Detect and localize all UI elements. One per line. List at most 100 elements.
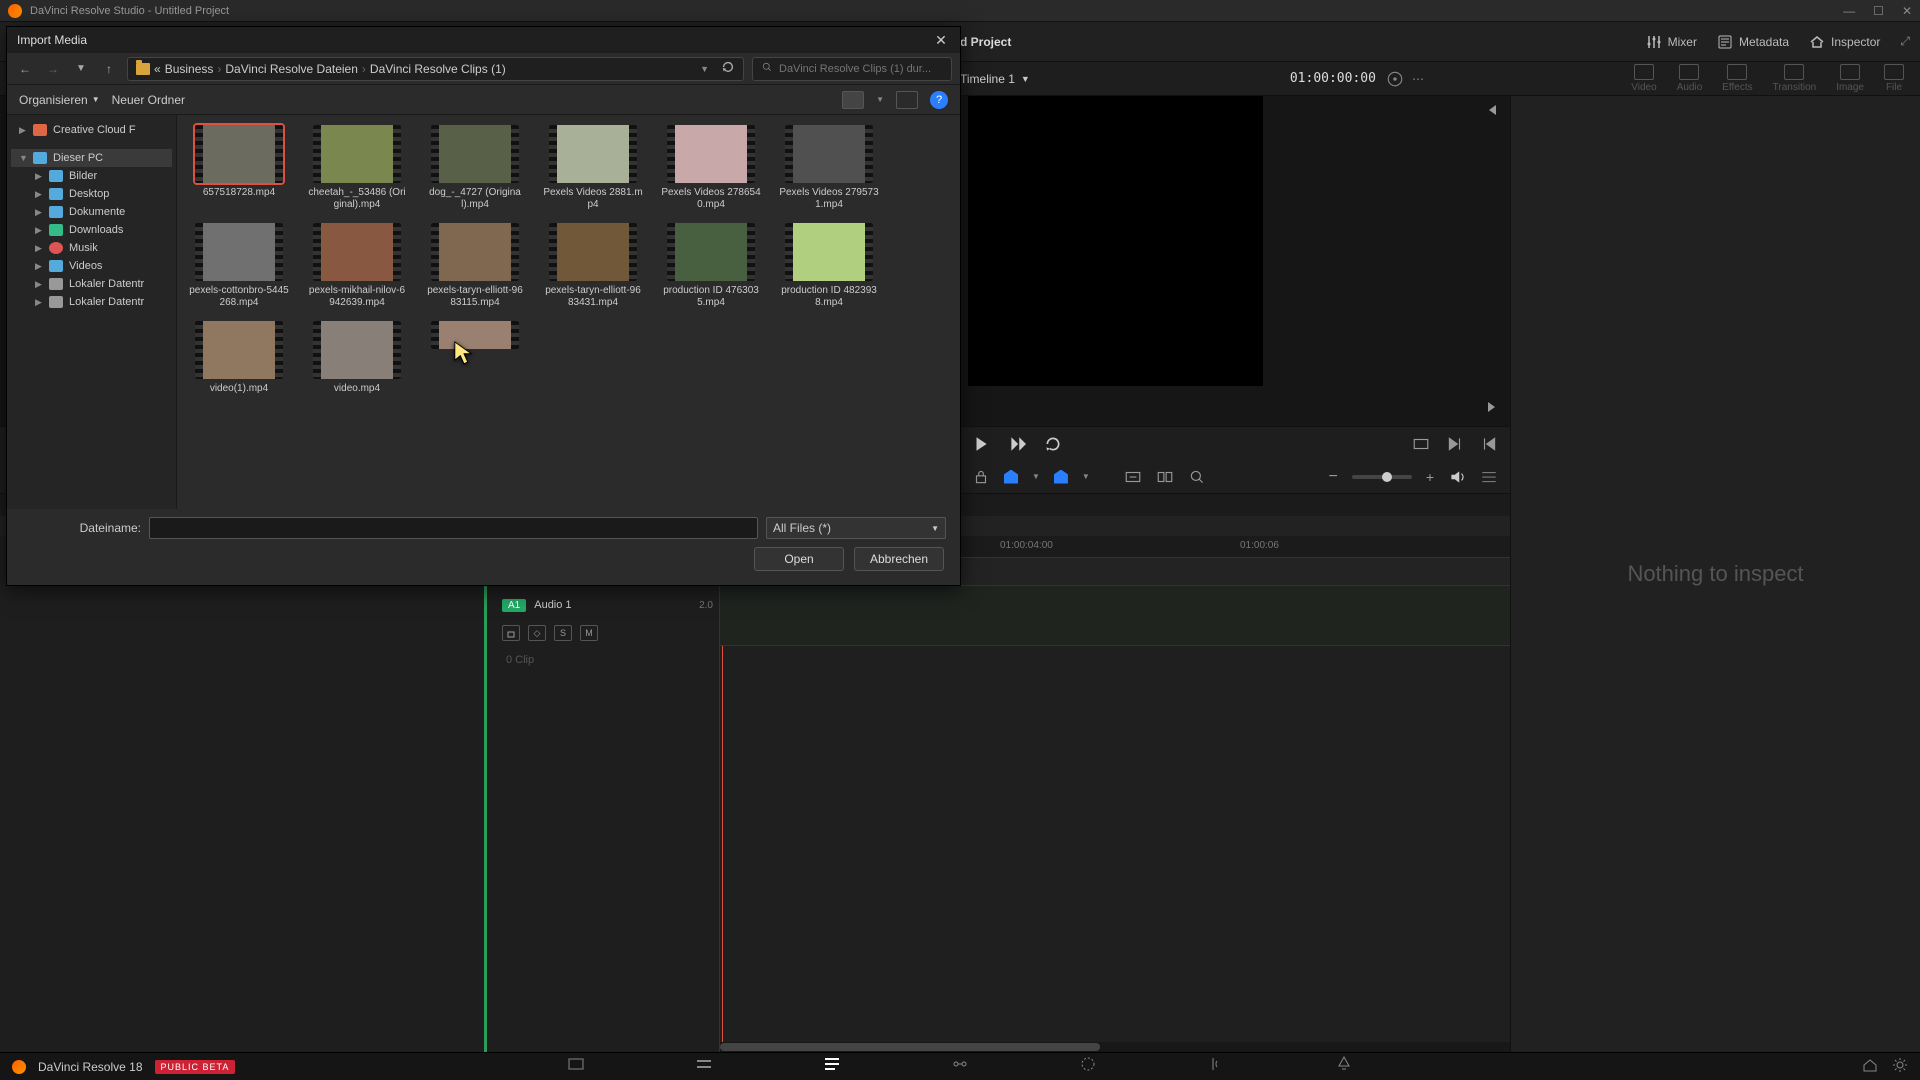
tree-item-desktop[interactable]: ▶Desktop (11, 185, 172, 203)
file-item[interactable]: 657518728.mp4 (189, 125, 289, 211)
jump-end-icon[interactable] (1484, 399, 1500, 418)
breadcrumb-item[interactable]: DaVinci Resolve Dateien (225, 62, 358, 76)
zoom-custom-icon[interactable] (1188, 468, 1206, 486)
play-button[interactable] (972, 435, 990, 453)
info-button[interactable]: ? (930, 91, 948, 109)
file-item[interactable]: production ID 4823938.mp4 (779, 223, 879, 309)
open-button[interactable]: Open (754, 547, 844, 571)
tree-item-documents[interactable]: ▶Dokumente (11, 203, 172, 221)
volume-icon[interactable] (1448, 468, 1466, 486)
settings-icon[interactable] (1892, 1057, 1908, 1076)
zoom-in-button[interactable]: + (1426, 469, 1434, 485)
file-item[interactable] (425, 321, 525, 395)
new-folder-button[interactable]: Neuer Ordner (112, 93, 185, 107)
nav-up-button[interactable]: ↑ (99, 59, 119, 79)
filename-input[interactable] (149, 517, 758, 539)
file-item[interactable]: pexels-mikhail-nilov-6942639.mp4 (307, 223, 407, 309)
panel-expand-icon[interactable]: ⤢ (1900, 34, 1910, 49)
file-item[interactable]: pexels-taryn-elliott-9683431.mp4 (543, 223, 643, 309)
nav-recent-button[interactable]: ▼ (71, 59, 91, 79)
organize-dropdown[interactable]: Organisieren ▼ (19, 93, 100, 107)
search-input[interactable] (779, 63, 943, 75)
viewer-menu-icon[interactable]: ⋯ (1412, 72, 1424, 86)
page-fusion-icon[interactable] (951, 1055, 969, 1078)
timeline-scrollbar[interactable] (720, 1042, 1510, 1052)
track-mute-a1[interactable]: M (580, 625, 598, 641)
tree-item-this-pc[interactable]: ▼Dieser PC (11, 149, 172, 167)
zoom-slider[interactable] (1352, 475, 1412, 479)
tree-item-local-disk-1[interactable]: ▶Lokaler Datentr (11, 275, 172, 293)
file-item[interactable]: Pexels Videos 2881.mp4 (543, 125, 643, 211)
match-frame-icon[interactable] (1412, 435, 1430, 453)
page-fairlight-icon[interactable] (1207, 1055, 1225, 1078)
refresh-button[interactable] (721, 60, 735, 77)
file-item[interactable]: dog_-_4727 (Original).mp4 (425, 125, 525, 211)
nav-back-button[interactable]: ← (15, 59, 35, 79)
marker-dropdown-2[interactable]: ▼ (1082, 472, 1090, 481)
file-item[interactable]: pexels-cottonbro-5445268.mp4 (189, 223, 289, 309)
minimize-button[interactable]: — (1843, 4, 1855, 18)
timeline-selector[interactable]: Timeline 1 ▼ (960, 72, 1030, 86)
track-badge-a1[interactable]: A1 (502, 599, 526, 612)
marker-dropdown-1[interactable]: ▼ (1032, 472, 1040, 481)
lock-icon[interactable] (972, 468, 990, 486)
file-filter-select[interactable]: All Files (*) ▼ (766, 517, 946, 539)
close-button[interactable]: ✕ (1902, 4, 1912, 18)
mixer-button[interactable]: Mixer (1646, 34, 1697, 50)
file-item[interactable]: Pexels Videos 2786540.mp4 (661, 125, 761, 211)
next-frame-button[interactable] (1008, 435, 1026, 453)
view-dropdown[interactable]: ▼ (876, 95, 884, 104)
zoom-fit-icon[interactable] (1124, 468, 1142, 486)
goto-end-icon[interactable] (1446, 435, 1464, 453)
track-solo-a1[interactable]: S (554, 625, 572, 641)
maximize-button[interactable]: ☐ (1873, 4, 1884, 18)
viewer-timecode[interactable]: 01:00:00:00 (1290, 71, 1376, 86)
breadcrumb-item[interactable]: DaVinci Resolve Clips (1) (370, 62, 506, 76)
marker-blue-1[interactable] (1004, 470, 1018, 484)
page-media-icon[interactable] (567, 1055, 585, 1078)
zoom-detail-icon[interactable] (1156, 468, 1174, 486)
marker-blue-2[interactable] (1054, 470, 1068, 484)
tree-item-music[interactable]: ▶Musik (11, 239, 172, 257)
search-box[interactable] (752, 57, 952, 81)
breadcrumb-bar[interactable]: « Business › DaVinci Resolve Dateien › D… (127, 57, 744, 81)
track-header-a1[interactable]: A1 Audio 1 2.0 (502, 592, 713, 618)
tree-item-pictures[interactable]: ▶Bilder (11, 167, 172, 185)
goto-start-icon[interactable] (1480, 435, 1498, 453)
file-grid[interactable]: 657518728.mp4cheetah_-_53486 (Original).… (177, 115, 960, 509)
track-lane-a1[interactable] (720, 586, 1510, 646)
home-icon[interactable] (1862, 1057, 1878, 1076)
timeline-options-icon[interactable] (1480, 468, 1498, 486)
inspector-tab-effects[interactable]: Effects (1716, 62, 1758, 95)
loop-button[interactable] (1044, 435, 1062, 453)
inspector-tab-file[interactable]: File (1878, 62, 1910, 95)
dialog-titlebar[interactable]: Import Media ✕ (7, 27, 960, 53)
breadcrumb-dropdown[interactable]: ▼ (700, 64, 709, 74)
page-edit-icon[interactable] (823, 1055, 841, 1078)
track-auto-a1[interactable]: ◇ (528, 625, 546, 641)
tree-item-videos[interactable]: ▶Videos (11, 257, 172, 275)
inspector-button[interactable]: Inspector (1809, 34, 1880, 50)
file-item[interactable]: pexels-taryn-elliott-9683115.mp4 (425, 223, 525, 309)
timeline-canvas[interactable]: 01:00:02:00 01:00:04:00 01:00:06 (720, 536, 1510, 1052)
file-item[interactable]: video(1).mp4 (189, 321, 289, 395)
jump-start-icon[interactable] (1484, 102, 1500, 121)
inspector-tab-transition[interactable]: Transition (1767, 62, 1823, 95)
page-color-icon[interactable] (1079, 1055, 1097, 1078)
viewer-options-icon[interactable] (1386, 70, 1404, 88)
metadata-button[interactable]: Metadata (1717, 34, 1789, 50)
breadcrumb-overflow[interactable]: « (154, 62, 161, 76)
zoom-out-button[interactable]: − (1328, 468, 1337, 486)
file-item[interactable]: Pexels Videos 2795731.mp4 (779, 125, 879, 211)
inspector-tab-audio[interactable]: Audio (1671, 62, 1709, 95)
tree-item-creative-cloud[interactable]: ▶Creative Cloud F (11, 121, 172, 139)
file-item[interactable]: video.mp4 (307, 321, 407, 395)
folder-tree[interactable]: ▶Creative Cloud F ▼Dieser PC ▶Bilder ▶De… (7, 115, 177, 509)
timeline[interactable]: V1 ◇ ▭ A1 Audio 1 2.0 ◇ S M (0, 536, 1510, 1052)
viewer-preview[interactable] (968, 96, 1263, 386)
thumbnail-view-button[interactable] (842, 91, 864, 109)
track-lock-a1[interactable] (502, 625, 520, 641)
inspector-tab-video[interactable]: Video (1625, 62, 1662, 95)
dialog-close-button[interactable]: ✕ (932, 31, 950, 49)
tree-item-local-disk-2[interactable]: ▶Lokaler Datentr (11, 293, 172, 311)
